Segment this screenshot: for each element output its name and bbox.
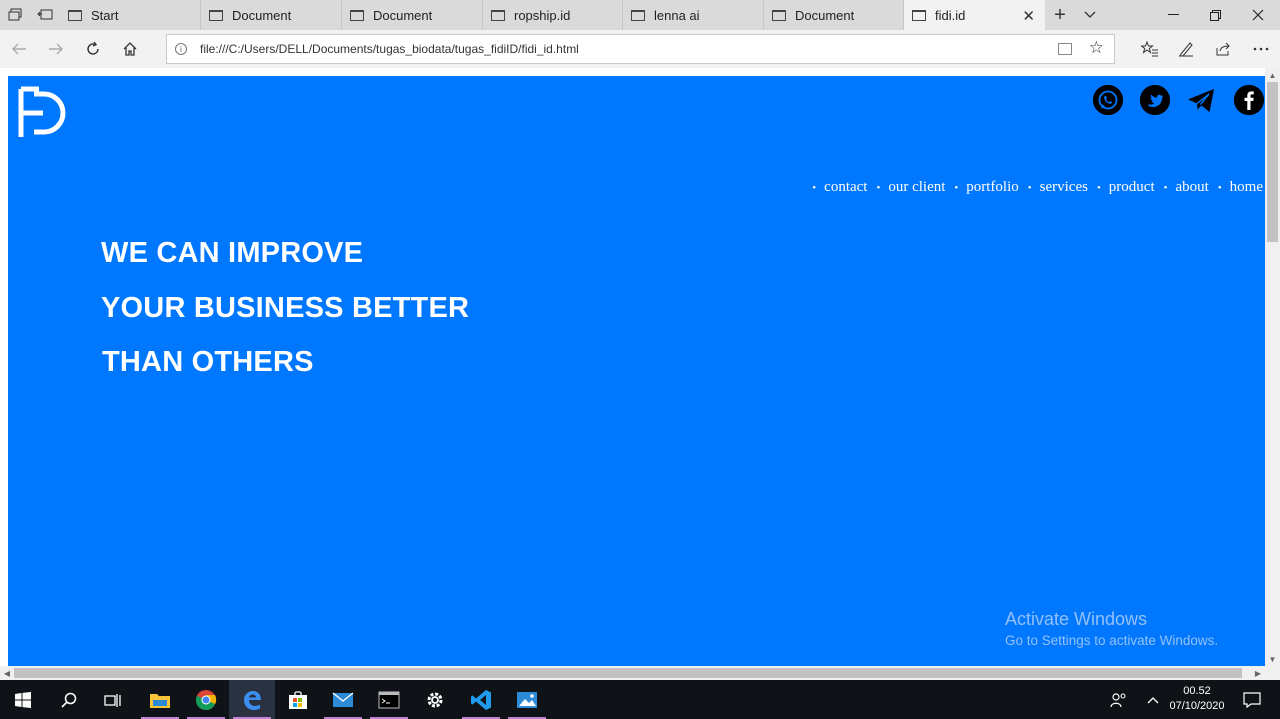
favorites-list-icon[interactable]: [1133, 34, 1167, 64]
tab-page-icon: [631, 9, 645, 21]
minimize-button[interactable]: [1151, 0, 1195, 30]
tab-label: fidi.id: [935, 7, 966, 23]
refresh-icon[interactable]: [77, 34, 109, 64]
system-clock[interactable]: 00.52 07/10/2020: [1164, 684, 1230, 714]
chrome-icon[interactable]: [183, 680, 229, 719]
search-icon[interactable]: [46, 680, 92, 719]
photos-icon[interactable]: [504, 680, 550, 719]
tab-label: Document: [373, 7, 433, 23]
fd-logo[interactable]: [17, 86, 73, 140]
url-text[interactable]: file:///C:/Users/DELL/Documents/tugas_bi…: [200, 42, 579, 56]
tab-ropship[interactable]: ropship.id: [483, 0, 623, 30]
nav-item-product[interactable]: product: [1109, 179, 1155, 196]
scroll-right-arrow-icon[interactable]: ▶: [1251, 666, 1265, 680]
nav-item-contact[interactable]: contact: [824, 179, 867, 196]
clock-date: 07/10/2020: [1169, 700, 1225, 712]
watermark-subtitle: Go to Settings to activate Windows.: [1005, 633, 1219, 648]
terminal-icon[interactable]: [366, 680, 412, 719]
main-nav: • contact • our client • portfolio • ser…: [803, 179, 1263, 196]
horizontal-scrollbar[interactable]: ◀ ▶: [0, 666, 1265, 680]
settings-icon[interactable]: [412, 680, 458, 719]
vertical-scroll-thumb[interactable]: [1267, 82, 1278, 242]
favorite-star-icon[interactable]: ☆: [1089, 38, 1104, 58]
nav-bullet: •: [954, 181, 959, 194]
nav-bullet: •: [1096, 181, 1101, 194]
more-options-icon[interactable]: [1244, 34, 1278, 64]
clock-time: 00.52: [1183, 685, 1211, 697]
tab-document-3[interactable]: Document: [764, 0, 904, 30]
nav-bullet: •: [1217, 181, 1222, 194]
browser-toolbar: i file:///C:/Users/DELL/Documents/tugas_…: [0, 30, 1280, 68]
nav-item-services[interactable]: services: [1040, 179, 1088, 196]
nav-item-home[interactable]: home: [1230, 179, 1263, 196]
browser-tab-strip: Start Document Document ropship.id lenna…: [0, 0, 1280, 30]
chevron-down-icon[interactable]: [1076, 0, 1104, 30]
tab-document-2[interactable]: Document: [342, 0, 483, 30]
close-window-button[interactable]: [1236, 0, 1280, 30]
tab-document-1[interactable]: Document: [201, 0, 342, 30]
info-icon[interactable]: i: [175, 43, 187, 55]
nav-bullet: •: [876, 181, 881, 194]
new-tab-button[interactable]: +: [1046, 0, 1074, 30]
hero-line-2: YOUR BUSINESS BETTER: [101, 291, 470, 324]
hero-line-3: THAN OTHERS: [102, 346, 314, 378]
tab-page-icon: [772, 9, 786, 21]
tab-page-icon: [491, 9, 505, 21]
horizontal-scroll-thumb[interactable]: [14, 668, 1242, 678]
tab-label: lenna ai: [654, 7, 700, 23]
notification-icon[interactable]: [1232, 680, 1272, 719]
hero-line-1: WE CAN IMPROVE: [101, 237, 364, 269]
nav-bullet: •: [1163, 181, 1168, 194]
store-icon[interactable]: [275, 680, 321, 719]
tab-start[interactable]: Start: [60, 0, 201, 30]
nav-bullet: •: [1027, 181, 1032, 194]
notes-pen-icon[interactable]: [1169, 34, 1203, 64]
tab-label: Document: [795, 7, 855, 23]
edge-icon[interactable]: [229, 680, 275, 719]
nav-bullet: •: [812, 181, 817, 194]
task-view-icon[interactable]: [90, 680, 136, 719]
tab-lenna-ai[interactable]: lenna ai: [623, 0, 764, 30]
twitter-icon[interactable]: [1140, 85, 1170, 115]
tab-label: Document: [232, 7, 292, 23]
tab-fidi-id[interactable]: fidi.id ✕: [904, 0, 1045, 30]
facebook-icon[interactable]: [1234, 85, 1264, 115]
restore-tabs-icon[interactable]: [30, 0, 60, 30]
page-viewport: • contact • our client • portfolio • ser…: [0, 68, 1280, 680]
tab-label: Start: [91, 7, 119, 23]
watermark-title: Activate Windows: [1005, 609, 1148, 629]
hero-section: • contact • our client • portfolio • ser…: [8, 76, 1265, 666]
tab-page-icon: [209, 9, 223, 21]
tab-page-icon: [68, 9, 82, 21]
nav-item-our-client[interactable]: our client: [888, 179, 945, 196]
vscode-icon[interactable]: [458, 680, 504, 719]
activate-windows-watermark: Activate Windows Go to Settings to activ…: [1005, 609, 1218, 648]
tab-page-icon: [350, 9, 364, 21]
scroll-left-arrow-icon[interactable]: ◀: [0, 666, 14, 680]
scroll-up-arrow-icon[interactable]: ▲: [1265, 68, 1280, 82]
tab-label: ropship.id: [514, 7, 571, 23]
share-icon[interactable]: [1206, 34, 1240, 64]
nav-item-about[interactable]: about: [1175, 179, 1208, 196]
forward-arrow-icon[interactable]: [40, 34, 72, 64]
set-aside-tabs-icon[interactable]: [0, 0, 30, 30]
vertical-scrollbar[interactable]: ▲ ▼: [1265, 68, 1280, 680]
whatsapp-icon[interactable]: [1093, 85, 1123, 115]
back-arrow-icon[interactable]: [3, 34, 35, 64]
hero-headline: WE CAN IMPROVE YOUR BUSINESS BETTER THAN…: [101, 236, 469, 400]
windows-taskbar: 00.52 07/10/2020: [0, 680, 1280, 719]
start-icon[interactable]: [0, 680, 46, 719]
scroll-down-arrow-icon[interactable]: ▼: [1265, 652, 1280, 666]
mail-icon[interactable]: [320, 680, 366, 719]
restore-button[interactable]: [1193, 0, 1237, 30]
tab-page-icon: [912, 9, 926, 21]
nav-item-portfolio[interactable]: portfolio: [966, 179, 1019, 196]
home-icon[interactable]: [114, 34, 146, 64]
telegram-icon[interactable]: [1186, 85, 1216, 115]
file-explorer-icon[interactable]: [137, 680, 183, 719]
address-bar[interactable]: i file:///C:/Users/DELL/Documents/tugas_…: [166, 34, 1115, 64]
people-icon[interactable]: [1098, 680, 1140, 719]
close-tab-icon[interactable]: ✕: [1022, 7, 1035, 25]
reading-view-icon[interactable]: [1058, 43, 1072, 55]
